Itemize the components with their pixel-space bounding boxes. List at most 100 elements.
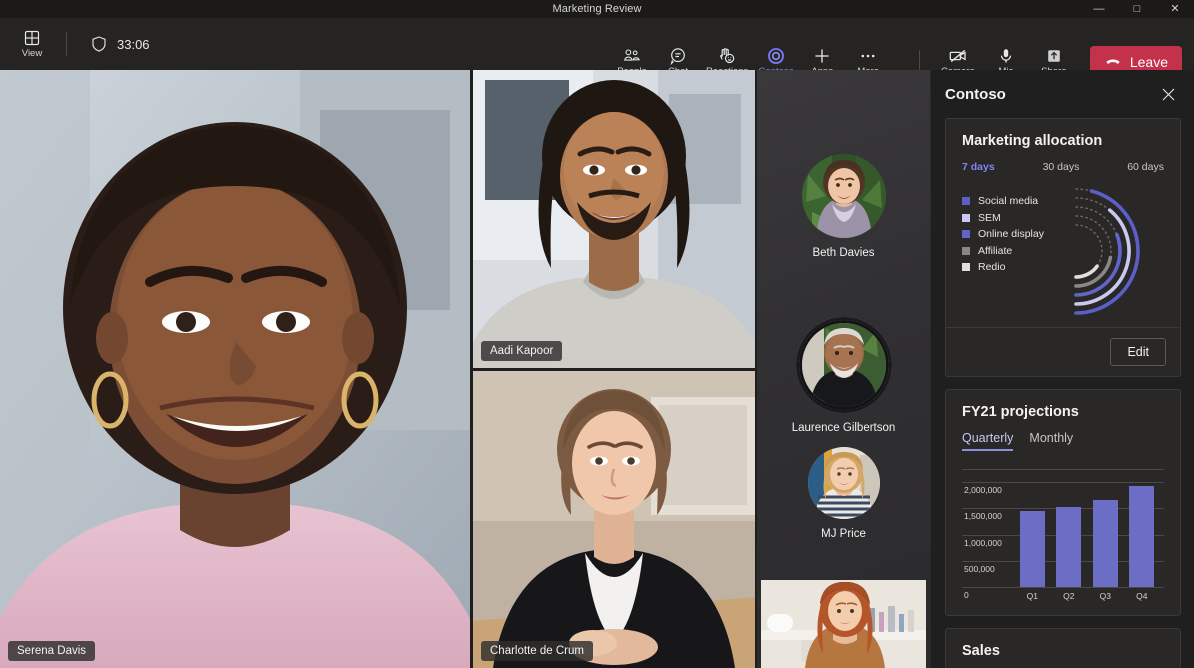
legend-swatch bbox=[962, 197, 970, 205]
avatar bbox=[808, 447, 880, 519]
panel-title: Contoso bbox=[945, 86, 1006, 103]
legend-swatch bbox=[962, 214, 970, 222]
avatar-photo-beth-davies bbox=[802, 154, 886, 238]
avatar-label: Laurence Gilbertson bbox=[792, 422, 896, 434]
avatar bbox=[802, 154, 886, 238]
allocation-chart: Social media SEM Online display bbox=[962, 185, 1164, 317]
bar[interactable] bbox=[1056, 507, 1081, 587]
legend-swatch bbox=[962, 247, 970, 255]
plus-icon bbox=[812, 46, 832, 66]
y-axis-tick-label: 1,000,000 bbox=[964, 538, 1002, 548]
grid-view-icon bbox=[22, 28, 42, 48]
meeting-timer: 33:06 bbox=[117, 37, 150, 52]
legend-item: SEM bbox=[962, 210, 1044, 227]
hangup-icon bbox=[1104, 53, 1122, 71]
bar-column[interactable] bbox=[1020, 469, 1045, 587]
card-footer: Edit bbox=[946, 327, 1180, 376]
minimize-icon[interactable]: — bbox=[1080, 0, 1118, 18]
legend-label: Redio bbox=[978, 261, 1005, 273]
participant-avatar-column: Beth Davies bbox=[757, 70, 930, 668]
x-axis-labels: Q1Q2Q3Q4 bbox=[1014, 587, 1160, 601]
avatar-photo-mj-price bbox=[808, 447, 880, 519]
video-feed-overflow bbox=[761, 580, 926, 668]
legend-label: Social media bbox=[978, 195, 1038, 207]
bar[interactable] bbox=[1129, 486, 1154, 587]
bar-column[interactable] bbox=[1093, 469, 1118, 587]
bar[interactable] bbox=[1093, 500, 1118, 587]
participant-name-badge: Serena Davis bbox=[8, 641, 95, 661]
video-feed-serena-davis bbox=[0, 70, 470, 668]
card-sales: Sales bbox=[945, 628, 1181, 668]
avatar-label: Beth Davies bbox=[812, 247, 874, 259]
panel-body[interactable]: Marketing allocation 7 days 30 days 60 d… bbox=[931, 118, 1194, 668]
projection-tabs: Quarterly Monthly bbox=[962, 431, 1164, 451]
legend-label: SEM bbox=[978, 212, 1001, 224]
video-feed-aadi-kapoor bbox=[473, 70, 755, 368]
bar-chart-fy21: 2,000,0001,500,0001,000,000500,0000Q1Q2Q… bbox=[962, 469, 1164, 587]
participant-name-badge: Charlotte de Crum bbox=[481, 641, 593, 661]
x-axis-tick-label: Q1 bbox=[1020, 591, 1045, 601]
y-axis-tick-label: 500,000 bbox=[964, 564, 995, 574]
chart-legend: Social media SEM Online display bbox=[962, 193, 1044, 276]
card-title: FY21 projections bbox=[962, 404, 1164, 420]
card-title: Sales bbox=[962, 643, 1164, 659]
avatar-photo-laurence-gilbertson bbox=[802, 323, 886, 407]
avatar-item-laurence-gilbertson[interactable]: Laurence Gilbertson bbox=[757, 317, 930, 434]
y-axis-tick-label: 1,500,000 bbox=[964, 511, 1002, 521]
legend-item: Redio bbox=[962, 259, 1044, 276]
card-fy21-projections: FY21 projections Quarterly Monthly 2,000… bbox=[945, 389, 1181, 616]
shield-icon bbox=[89, 34, 109, 54]
radial-gauge-chart bbox=[1070, 181, 1190, 321]
legend-item: Online display bbox=[962, 226, 1044, 243]
range-option-60-days[interactable]: 60 days bbox=[1127, 161, 1164, 173]
legend-item: Affiliate bbox=[962, 243, 1044, 260]
y-axis-tick-label: 2,000,000 bbox=[964, 485, 1002, 495]
x-axis-tick-label: Q2 bbox=[1056, 591, 1081, 601]
legend-swatch bbox=[962, 230, 970, 238]
video-tile-charlotte-de-crum[interactable]: Charlotte de Crum bbox=[473, 371, 755, 668]
video-feed-charlotte-de-crum bbox=[473, 371, 755, 668]
close-icon[interactable] bbox=[1156, 82, 1180, 106]
window-controls: — □ ✕ bbox=[1080, 0, 1194, 18]
meeting-toolbar: View 33:06 People bbox=[0, 18, 1194, 70]
card-title: Marketing allocation bbox=[962, 133, 1164, 149]
avatar-item-mj-price[interactable]: MJ Price bbox=[757, 447, 930, 540]
avatar-label: MJ Price bbox=[821, 528, 866, 540]
teams-meeting-window: Marketing Review — □ ✕ View bbox=[0, 0, 1194, 668]
legend-label: Online display bbox=[978, 228, 1044, 240]
legend-item: Social media bbox=[962, 193, 1044, 210]
speaking-ring bbox=[796, 317, 892, 413]
video-stage: Serena Davis bbox=[0, 70, 930, 668]
range-option-30-days[interactable]: 30 days bbox=[1043, 161, 1080, 173]
panel-header: Contoso bbox=[931, 70, 1194, 118]
y-axis-tick-label: 0 bbox=[964, 590, 969, 600]
avatar-item-beth-davies[interactable]: Beth Davies bbox=[757, 154, 930, 259]
chat-icon bbox=[668, 46, 688, 66]
microphone-icon bbox=[996, 46, 1016, 66]
x-axis-tick-label: Q4 bbox=[1129, 591, 1154, 601]
tab-monthly[interactable]: Monthly bbox=[1029, 431, 1073, 451]
maximize-icon[interactable]: □ bbox=[1118, 0, 1156, 18]
tab-quarterly[interactable]: Quarterly bbox=[962, 431, 1013, 451]
video-tile-aadi-kapoor[interactable]: Aadi Kapoor bbox=[473, 70, 755, 368]
range-option-7-days[interactable]: 7 days bbox=[962, 161, 995, 173]
video-tile-overflow[interactable] bbox=[761, 580, 926, 668]
legend-label: Affiliate bbox=[978, 245, 1012, 257]
view-button[interactable]: View bbox=[10, 22, 54, 66]
bar-series bbox=[1014, 469, 1160, 587]
participant-name-badge: Aadi Kapoor bbox=[481, 341, 562, 361]
edit-button[interactable]: Edit bbox=[1110, 338, 1166, 366]
contoso-app-icon bbox=[766, 46, 786, 66]
close-icon[interactable]: ✕ bbox=[1156, 0, 1194, 18]
window-title: Marketing Review bbox=[552, 3, 641, 15]
share-upload-icon bbox=[1044, 46, 1064, 66]
bar-column[interactable] bbox=[1129, 469, 1154, 587]
bar-column[interactable] bbox=[1056, 469, 1081, 587]
app-side-panel: Contoso Marketing allocation 7 days 30 d… bbox=[930, 70, 1194, 668]
ellipsis-icon bbox=[858, 46, 878, 66]
bar[interactable] bbox=[1020, 511, 1045, 587]
toolbar-divider bbox=[66, 32, 67, 56]
legend-swatch bbox=[962, 263, 970, 271]
reactions-icon bbox=[717, 46, 737, 66]
video-tile-serena-davis[interactable]: Serena Davis bbox=[0, 70, 470, 668]
